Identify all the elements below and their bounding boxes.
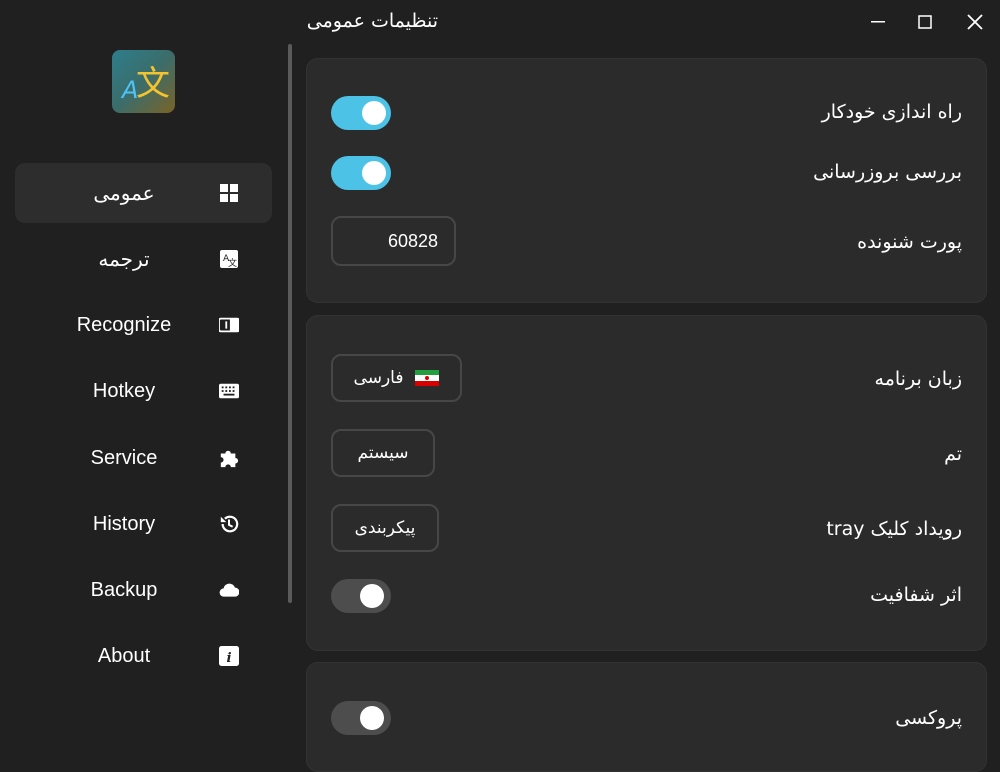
autostart-label: راه اندازی خودکار (821, 101, 962, 123)
port-label: پورت شنونده (857, 231, 962, 253)
language-value: فارسی (353, 368, 404, 388)
keyboard-icon (219, 381, 239, 401)
tray-click-button[interactable]: پیکربندی (331, 504, 439, 552)
proxy-label: پروکسی (895, 707, 962, 729)
sidebar-item-label: عمومی (93, 182, 155, 205)
proxy-toggle[interactable] (331, 701, 391, 735)
minimize-icon (871, 21, 885, 23)
sidebar-item-label: Hotkey (92, 379, 156, 402)
translate-icon: A文 (219, 249, 239, 269)
network-card: پروکسی (306, 662, 987, 772)
iran-flag-icon (415, 370, 440, 386)
svg-text:i: i (227, 650, 232, 666)
minimize-button[interactable] (863, 7, 893, 37)
maximize-icon (918, 15, 932, 29)
sidebar-item-label: History (92, 512, 156, 535)
sidebar: A文 عمومی ترجمه A文 Recognize Hotkey Servi… (0, 0, 288, 750)
check-update-label: بررسی بروزرسانی (813, 161, 962, 183)
sidebar-item-backup[interactable]: Backup (15, 560, 272, 620)
window-title: تنظیمات عمومی (306, 10, 438, 32)
language-label: زبان برنامه (874, 368, 962, 390)
tray-click-value: پیکربندی (354, 518, 416, 538)
sidebar-item-label: Service (90, 446, 158, 469)
general-card: راه اندازی خودکار بررسی بروزرسانی پورت ش… (306, 58, 987, 303)
cloud-icon (219, 580, 239, 600)
sidebar-item-label: Recognize (76, 313, 172, 336)
ocr-icon (219, 315, 239, 335)
autostart-toggle[interactable] (331, 96, 391, 130)
close-icon (967, 14, 983, 30)
theme-value: سیستم (357, 443, 409, 463)
transparency-toggle[interactable] (331, 579, 391, 613)
sidebar-item-about[interactable]: About i (15, 626, 272, 686)
sidebar-item-service[interactable]: Service (15, 428, 272, 488)
tray-click-label: رویداد کلیک tray (826, 518, 962, 540)
history-icon (219, 514, 239, 534)
theme-label: تم (944, 443, 962, 465)
title-bar: تنظیمات عمومی (288, 0, 1000, 44)
puzzle-icon (219, 448, 239, 468)
grid-icon (219, 183, 239, 203)
sidebar-item-history[interactable]: History (15, 494, 272, 554)
sidebar-item-label: About (97, 644, 151, 667)
theme-button[interactable]: سیستم (331, 429, 435, 477)
maximize-button[interactable] (910, 7, 940, 37)
sidebar-scrollbar[interactable] (288, 44, 292, 603)
sidebar-item-general[interactable]: عمومی (15, 163, 272, 223)
language-button[interactable]: فارسی (331, 354, 462, 402)
check-update-toggle[interactable] (331, 156, 391, 190)
close-button[interactable] (960, 7, 990, 37)
svg-text:文: 文 (228, 257, 237, 269)
sidebar-item-recognize[interactable]: Recognize (15, 295, 272, 355)
sidebar-item-label: ترجمه (98, 248, 150, 271)
info-icon: i (219, 646, 239, 666)
transparency-label: اثر شفافیت (870, 584, 962, 606)
sidebar-item-translate[interactable]: ترجمه A文 (15, 229, 272, 289)
sidebar-item-label: Backup (90, 578, 158, 601)
sidebar-item-hotkey[interactable]: Hotkey (15, 361, 272, 421)
app-logo: A文 (112, 50, 175, 113)
port-input[interactable] (331, 216, 456, 266)
appearance-card: زبان برنامه فارسی تم سیستم رویداد کلیک t… (306, 315, 987, 651)
